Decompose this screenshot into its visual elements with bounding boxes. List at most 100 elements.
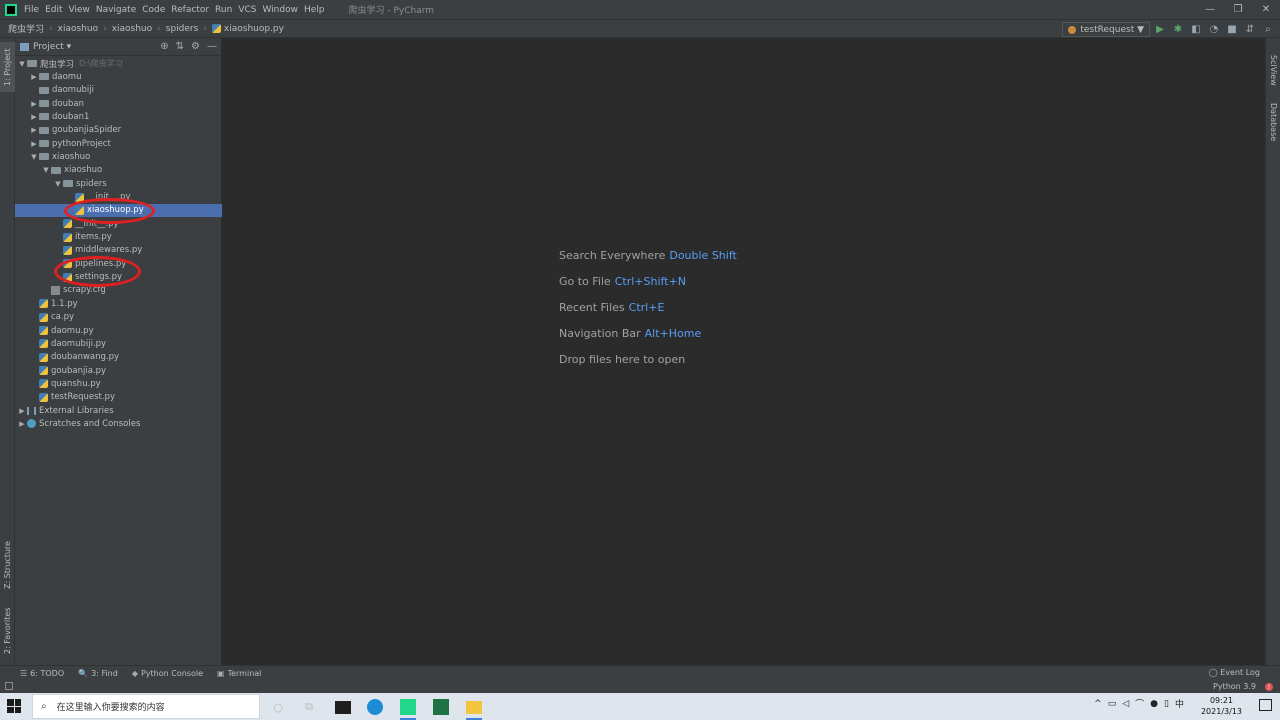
hide-icon[interactable]: — [207,41,217,52]
battery-icon[interactable]: ▯ [1164,699,1169,709]
notification-icon[interactable] [1259,699,1272,711]
tab-database[interactable]: Database [1266,98,1280,146]
tab-sciview[interactable]: SciView [1266,50,1280,90]
tree-item[interactable]: ▶middlewares.py [15,244,222,257]
menu-file[interactable]: File [24,5,39,15]
breadcrumb-item[interactable]: spiders [166,24,199,34]
volume-icon[interactable]: ◁ [1122,699,1129,709]
breadcrumb-file[interactable]: xiaoshuop.py [224,24,284,34]
tree-item-label: xiaoshuo [52,151,91,162]
run-icon[interactable]: ▶ [1154,24,1166,36]
chevron-right-icon[interactable]: ▶ [29,113,39,121]
menu-help[interactable]: Help [304,5,325,15]
vcs-icon[interactable]: ⇵ [1244,24,1256,36]
tree-item[interactable]: ▶testRequest.py [15,391,222,404]
chevron-right-icon[interactable]: ▶ [29,140,39,148]
tree-item[interactable]: ▶goubanjia.py [15,364,222,377]
tree-item[interactable]: ▶ douban1 [15,110,222,123]
terminal-app-icon[interactable] [333,697,353,717]
tree-item-label: douban [52,98,84,109]
search-icon[interactable]: ⌕ [1262,24,1274,36]
taskbar-clock[interactable]: 09:21 2021/3/13 [1201,695,1242,717]
breadcrumb-item[interactable]: xiaoshuo [112,24,152,34]
tree-item[interactable]: ▶ daomu [15,70,222,83]
tree-item[interactable]: ▼ xiaoshuo [15,164,222,177]
tab-structure[interactable]: Z: Structure [0,536,15,594]
tree-item[interactable]: ▶quanshu.py [15,377,222,390]
menu-vcs[interactable]: VCS [238,5,256,15]
taskbar-search-input[interactable]: ⌕ 在这里输入你要搜索的内容 [32,694,260,719]
pycharm-app-icon[interactable] [398,697,418,720]
close-button[interactable]: ✕ [1252,0,1280,19]
menu-view[interactable]: View [69,5,90,15]
file-explorer-icon[interactable] [464,697,484,720]
chevron-down-icon[interactable]: ▼ [17,60,27,68]
collapse-icon[interactable]: ⇅ [176,41,184,52]
tree-item[interactable]: ▶doubanwang.py [15,351,222,364]
tray-expand-icon[interactable]: ^ [1094,699,1102,709]
chevron-down-icon[interactable]: ▼ [53,180,63,188]
tree-item[interactable]: ▶scrapy.cfg [15,284,222,297]
tree-item[interactable]: ▶ca.py [15,311,222,324]
event-log-button[interactable]: ◯ Event Log [1209,668,1260,677]
tool-tab[interactable]: ☰ 6: TODO [20,669,64,678]
tab-favorites[interactable]: 2: Favorites [0,602,15,660]
tree-item[interactable]: ▼ spiders [15,177,222,190]
network-icon[interactable]: ▭ [1108,699,1117,709]
task-view-icon[interactable]: ⧉ [299,697,319,717]
gear-icon[interactable]: ⚙ [191,41,200,52]
folder-icon [39,113,49,121]
menu-code[interactable]: Code [142,5,165,15]
debug-icon[interactable]: ✱ [1172,24,1184,36]
menu-edit[interactable]: Edit [45,5,62,15]
cortana-icon[interactable]: ○ [268,697,288,717]
menu-window[interactable]: Window [262,5,298,15]
tree-item[interactable]: ▶ goubanjiaSpider [15,124,222,137]
tree-item[interactable]: ▶items.py [15,231,222,244]
error-indicator-icon[interactable]: ! [1265,683,1273,691]
menu-refactor[interactable]: Refactor [171,5,209,15]
breadcrumb-item[interactable]: 爬虫学习 [8,22,44,35]
chevron-right-icon[interactable]: ▶ [17,420,27,428]
input-method-icon[interactable]: 中 [1175,697,1184,710]
edge-browser-icon[interactable] [365,697,385,717]
tree-item[interactable]: ▶daomubiji [15,84,222,97]
wifi-icon[interactable]: ⌒ [1135,697,1144,710]
python-interpreter[interactable]: Python 3.9 [1213,682,1256,691]
tool-tab[interactable]: 🔍 3: Find [78,669,118,678]
chevron-right-icon[interactable]: ▶ [29,100,39,108]
coverage-icon[interactable]: ◧ [1190,24,1202,36]
tool-tab[interactable]: ◆ Python Console [132,669,203,678]
tree-item[interactable]: ▶daomubiji.py [15,337,222,350]
tool-tab[interactable]: ▣ Terminal [217,669,261,678]
tree-item[interactable]: ▼ 爬虫学习 D:\爬虫学习 [15,57,222,70]
qq-icon[interactable]: ● [1150,699,1158,709]
tree-item[interactable]: ▼ xiaoshuo [15,150,222,163]
chevron-down-icon[interactable]: ▼ [41,166,51,174]
profile-icon[interactable]: ◔ [1208,24,1220,36]
menu-navigate[interactable]: Navigate [96,5,136,15]
minimize-button[interactable]: — [1196,0,1224,19]
tab-project[interactable]: 1: Project [0,42,15,92]
windows-start-icon[interactable] [7,699,21,713]
restore-button[interactable]: ❐ [1224,0,1252,19]
tree-item[interactable]: ▶1.1.py [15,297,222,310]
locate-icon[interactable]: ⊕ [160,41,168,52]
menu-run[interactable]: Run [215,5,232,15]
stop-icon[interactable]: ■ [1226,24,1238,36]
tree-item[interactable]: ▶ douban [15,97,222,110]
tree-item[interactable]: ▶daomu.py [15,324,222,337]
editor-area[interactable]: Search Everywhere Double Shift Go to File C… [222,38,1265,665]
breadcrumb-item[interactable]: xiaoshuo [58,24,98,34]
project-view-select[interactable]: Project ▾ [33,42,71,52]
chevron-right-icon[interactable]: ▶ [29,126,39,134]
tree-item[interactable]: ▶ pythonProject [15,137,222,150]
chevron-right-icon[interactable]: ▶ [17,407,27,415]
layout-icon[interactable] [5,682,13,690]
run-configuration-select[interactable]: testRequest ▼ [1062,22,1150,37]
tree-item[interactable]: ▶ External Libraries [15,404,222,417]
excel-app-icon[interactable] [431,697,451,717]
chevron-down-icon[interactable]: ▼ [29,153,39,161]
tree-item[interactable]: ▶ Scratches and Consoles [15,417,222,430]
chevron-right-icon[interactable]: ▶ [29,73,39,81]
